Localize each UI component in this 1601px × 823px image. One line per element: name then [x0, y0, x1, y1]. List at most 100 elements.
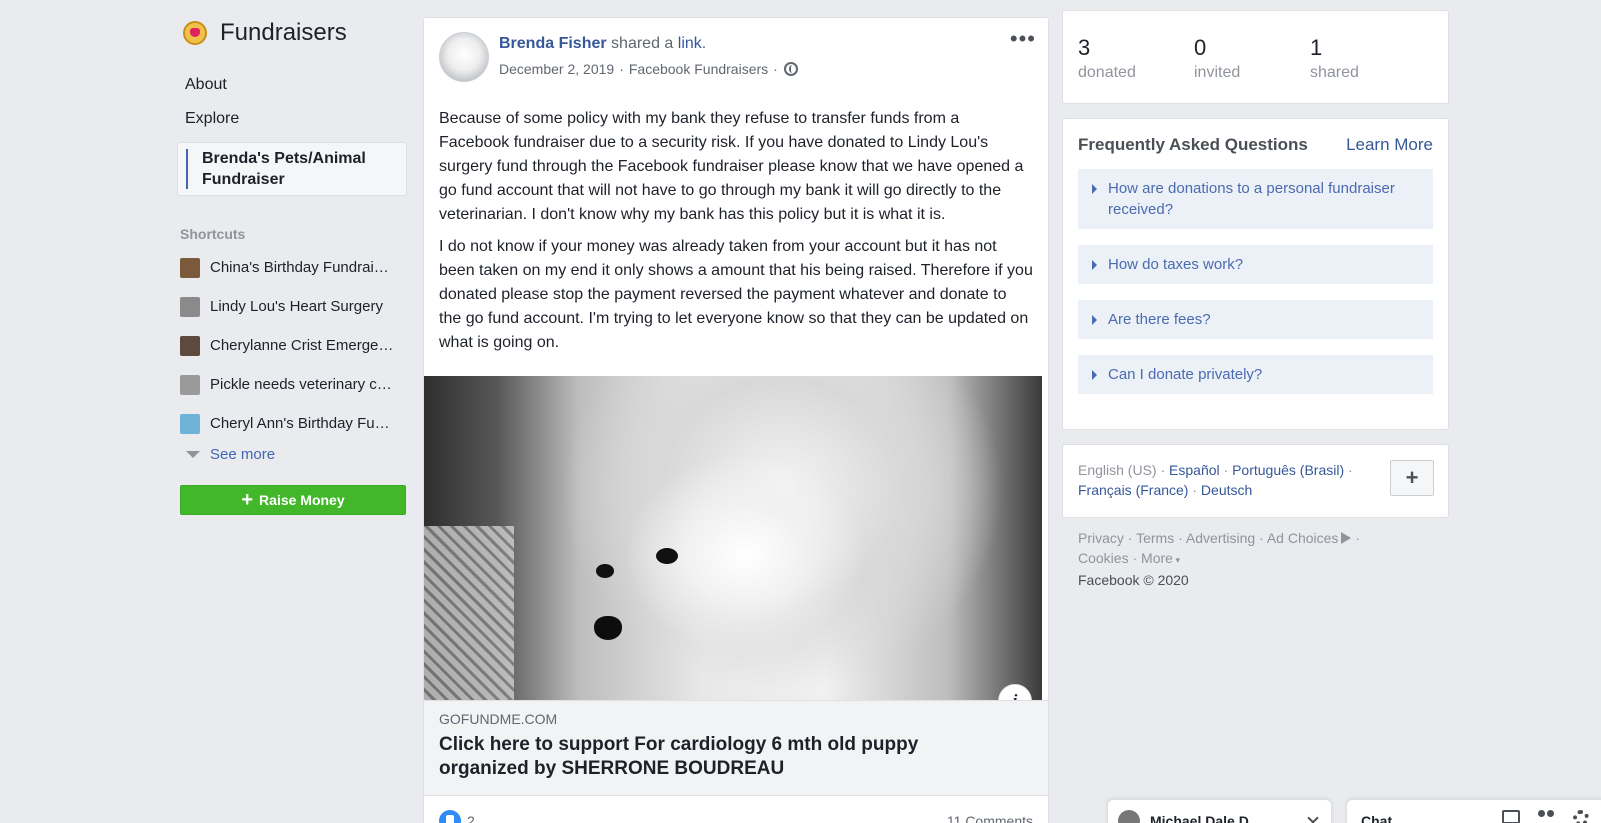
- fundraiser-stats: 3 donated 0 invited 1 shared: [1062, 10, 1449, 104]
- like-reaction-icon[interactable]: [439, 810, 461, 823]
- language-link[interactable]: Español: [1169, 462, 1220, 478]
- expand-triangle-icon: [1092, 260, 1097, 270]
- stat-label: shared: [1310, 64, 1359, 81]
- chat-sidebar-tab[interactable]: Chat: [1346, 799, 1601, 823]
- shortcut-item[interactable]: Cherylanne Crist Emergency: [180, 326, 410, 365]
- comment-count[interactable]: 11 Comments: [947, 813, 1033, 823]
- post-header: Brenda Fisher shared a link. December 2,…: [424, 18, 1048, 96]
- meta-separator: ·: [773, 61, 778, 77]
- shortcut-thumbnail: [180, 257, 200, 278]
- chat-label: Chat: [1361, 813, 1393, 823]
- shortcuts-list: China's Birthday Fundraiser for Rescue D…: [180, 248, 410, 443]
- fundraisers-heart-icon: [183, 21, 207, 45]
- expand-triangle-icon: [1092, 370, 1097, 380]
- author-name-link[interactable]: Brenda Fisher: [499, 35, 607, 52]
- post-paragraph: Because of some policy with my bank they…: [439, 110, 1024, 223]
- stat-number: 1: [1310, 35, 1323, 60]
- author-avatar[interactable]: [439, 32, 489, 82]
- stat-label: invited: [1194, 64, 1241, 81]
- fundraisers-title[interactable]: Fundraisers: [220, 19, 347, 47]
- post-meta: December 2, 2019 · Facebook Fundraisers …: [499, 61, 798, 77]
- caret-down-icon: [186, 450, 200, 458]
- link-title: Click here to support For cardiology 6 m…: [439, 733, 1033, 781]
- footer-privacy[interactable]: Privacy: [1078, 530, 1124, 546]
- footer-copyright: Facebook © 2020: [1078, 572, 1189, 588]
- footer-ad-choices[interactable]: Ad Choices: [1267, 530, 1339, 546]
- ad-choices-icon: [1341, 532, 1352, 544]
- globe-icon[interactable]: [783, 62, 798, 76]
- people-icon[interactable]: [1537, 810, 1555, 823]
- raise-money-button[interactable]: + Raise Money: [180, 485, 406, 515]
- fundraisers-header[interactable]: Fundraisers: [183, 18, 410, 48]
- faq-item[interactable]: How are donations to a personal fundrais…: [1078, 169, 1433, 229]
- current-language: English (US): [1078, 462, 1157, 478]
- dog-eye: [596, 564, 614, 578]
- gear-icon[interactable]: [1573, 810, 1589, 823]
- expand-triangle-icon: [1092, 315, 1097, 325]
- faq-item[interactable]: Are there fees?: [1078, 300, 1433, 339]
- shortcut-thumbnail: [180, 413, 200, 434]
- faq-item[interactable]: Can I donate privately?: [1078, 355, 1433, 394]
- dog-nose: [594, 616, 622, 640]
- footer-advertising[interactable]: Advertising: [1186, 530, 1255, 546]
- stat-shared: 1 shared: [1310, 36, 1359, 82]
- chat-avatar: [1118, 810, 1140, 823]
- faq-question: Are there fees?: [1108, 311, 1211, 328]
- language-link[interactable]: Français (France): [1078, 482, 1188, 498]
- shortcut-thumbnail: [180, 296, 200, 317]
- footer-links: Privacy · Terms · Advertising · Ad Choic…: [1078, 530, 1360, 588]
- post-footer: 2 11 Comments: [424, 795, 1048, 823]
- faq-header: Frequently Asked Questions Learn More: [1078, 134, 1433, 156]
- link-title-line2: organized by SHERRONE BOUDREAU: [439, 758, 785, 779]
- post-body: Because of some policy with my bank they…: [424, 92, 1048, 355]
- learn-more-link[interactable]: Learn More: [1346, 135, 1433, 155]
- shared-link-image[interactable]: [424, 376, 1042, 700]
- faq-title: Frequently Asked Questions: [1078, 135, 1308, 154]
- raise-money-label: Raise Money: [259, 492, 345, 508]
- post-source[interactable]: Facebook Fundraisers: [629, 61, 768, 77]
- faq-question: How do taxes work?: [1108, 256, 1244, 273]
- shortcuts-heading: Shortcuts: [180, 226, 246, 242]
- footer-terms[interactable]: Terms: [1136, 530, 1174, 546]
- shortcut-item[interactable]: China's Birthday Fundraiser for Rescue D…: [180, 248, 410, 287]
- nav-explore[interactable]: Explore: [180, 102, 410, 136]
- faq-item[interactable]: How do taxes work?: [1078, 245, 1433, 284]
- add-language-button[interactable]: +: [1390, 460, 1434, 496]
- nav-active-label-line1: Brenda's Pets/Animal: [202, 150, 366, 167]
- stat-invited: 0 invited: [1194, 36, 1240, 82]
- like-count[interactable]: 2: [467, 813, 475, 823]
- shortcut-label: Cherylanne Crist Emergency: [210, 337, 395, 354]
- post-author-line: Brenda Fisher shared a link.: [499, 35, 706, 53]
- action-link[interactable]: link: [678, 35, 702, 52]
- faq-question: Can I donate privately?: [1108, 366, 1263, 383]
- stat-number: 3: [1078, 35, 1091, 60]
- shortcut-item[interactable]: Lindy Lou's Heart Surgery: [180, 287, 410, 326]
- link-title-line1: Click here to support For cardiology 6 m…: [439, 734, 919, 755]
- post-date[interactable]: December 2, 2019: [499, 61, 614, 77]
- language-list: English (US) · Español · Português (Bras…: [1078, 462, 1353, 498]
- chat-person-name: Michael Dale D...: [1150, 813, 1261, 823]
- pillow-pattern: [424, 526, 514, 700]
- stat-donated: 3 donated: [1078, 36, 1136, 82]
- shortcut-item[interactable]: Cheryl Ann's Birthday Fundraiser: [180, 404, 410, 443]
- left-sidebar: Fundraisers About Explore Brenda's Pets/…: [177, 18, 410, 515]
- chevron-down-icon[interactable]: [1307, 812, 1319, 823]
- shortcut-thumbnail: [180, 335, 200, 356]
- compose-icon[interactable]: [1502, 810, 1520, 823]
- link-preview[interactable]: GOFUNDME.COM Click here to support For c…: [424, 700, 1048, 795]
- see-more-label: See more: [210, 445, 276, 463]
- more-options-icon[interactable]: •••: [1010, 28, 1036, 50]
- action-prefix: shared a: [611, 35, 674, 52]
- footer-cookies[interactable]: Cookies: [1078, 550, 1129, 566]
- footer-more[interactable]: More: [1141, 550, 1173, 566]
- chat-conversation-tab[interactable]: Michael Dale D...: [1107, 799, 1332, 823]
- language-link[interactable]: Deutsch: [1201, 482, 1252, 498]
- see-more-link[interactable]: See more: [180, 439, 410, 469]
- nav-about[interactable]: About: [180, 68, 410, 102]
- nav-active-fundraiser[interactable]: Brenda's Pets/Animal Fundraiser: [177, 142, 407, 196]
- language-card: English (US) · Español · Português (Bras…: [1062, 444, 1449, 518]
- stat-label: donated: [1078, 64, 1136, 81]
- shortcut-label: China's Birthday Fundraiser for Rescue D…: [210, 259, 395, 276]
- shortcut-item[interactable]: Pickle needs veterinary care: [180, 365, 410, 404]
- language-link[interactable]: Português (Brasil): [1232, 462, 1344, 478]
